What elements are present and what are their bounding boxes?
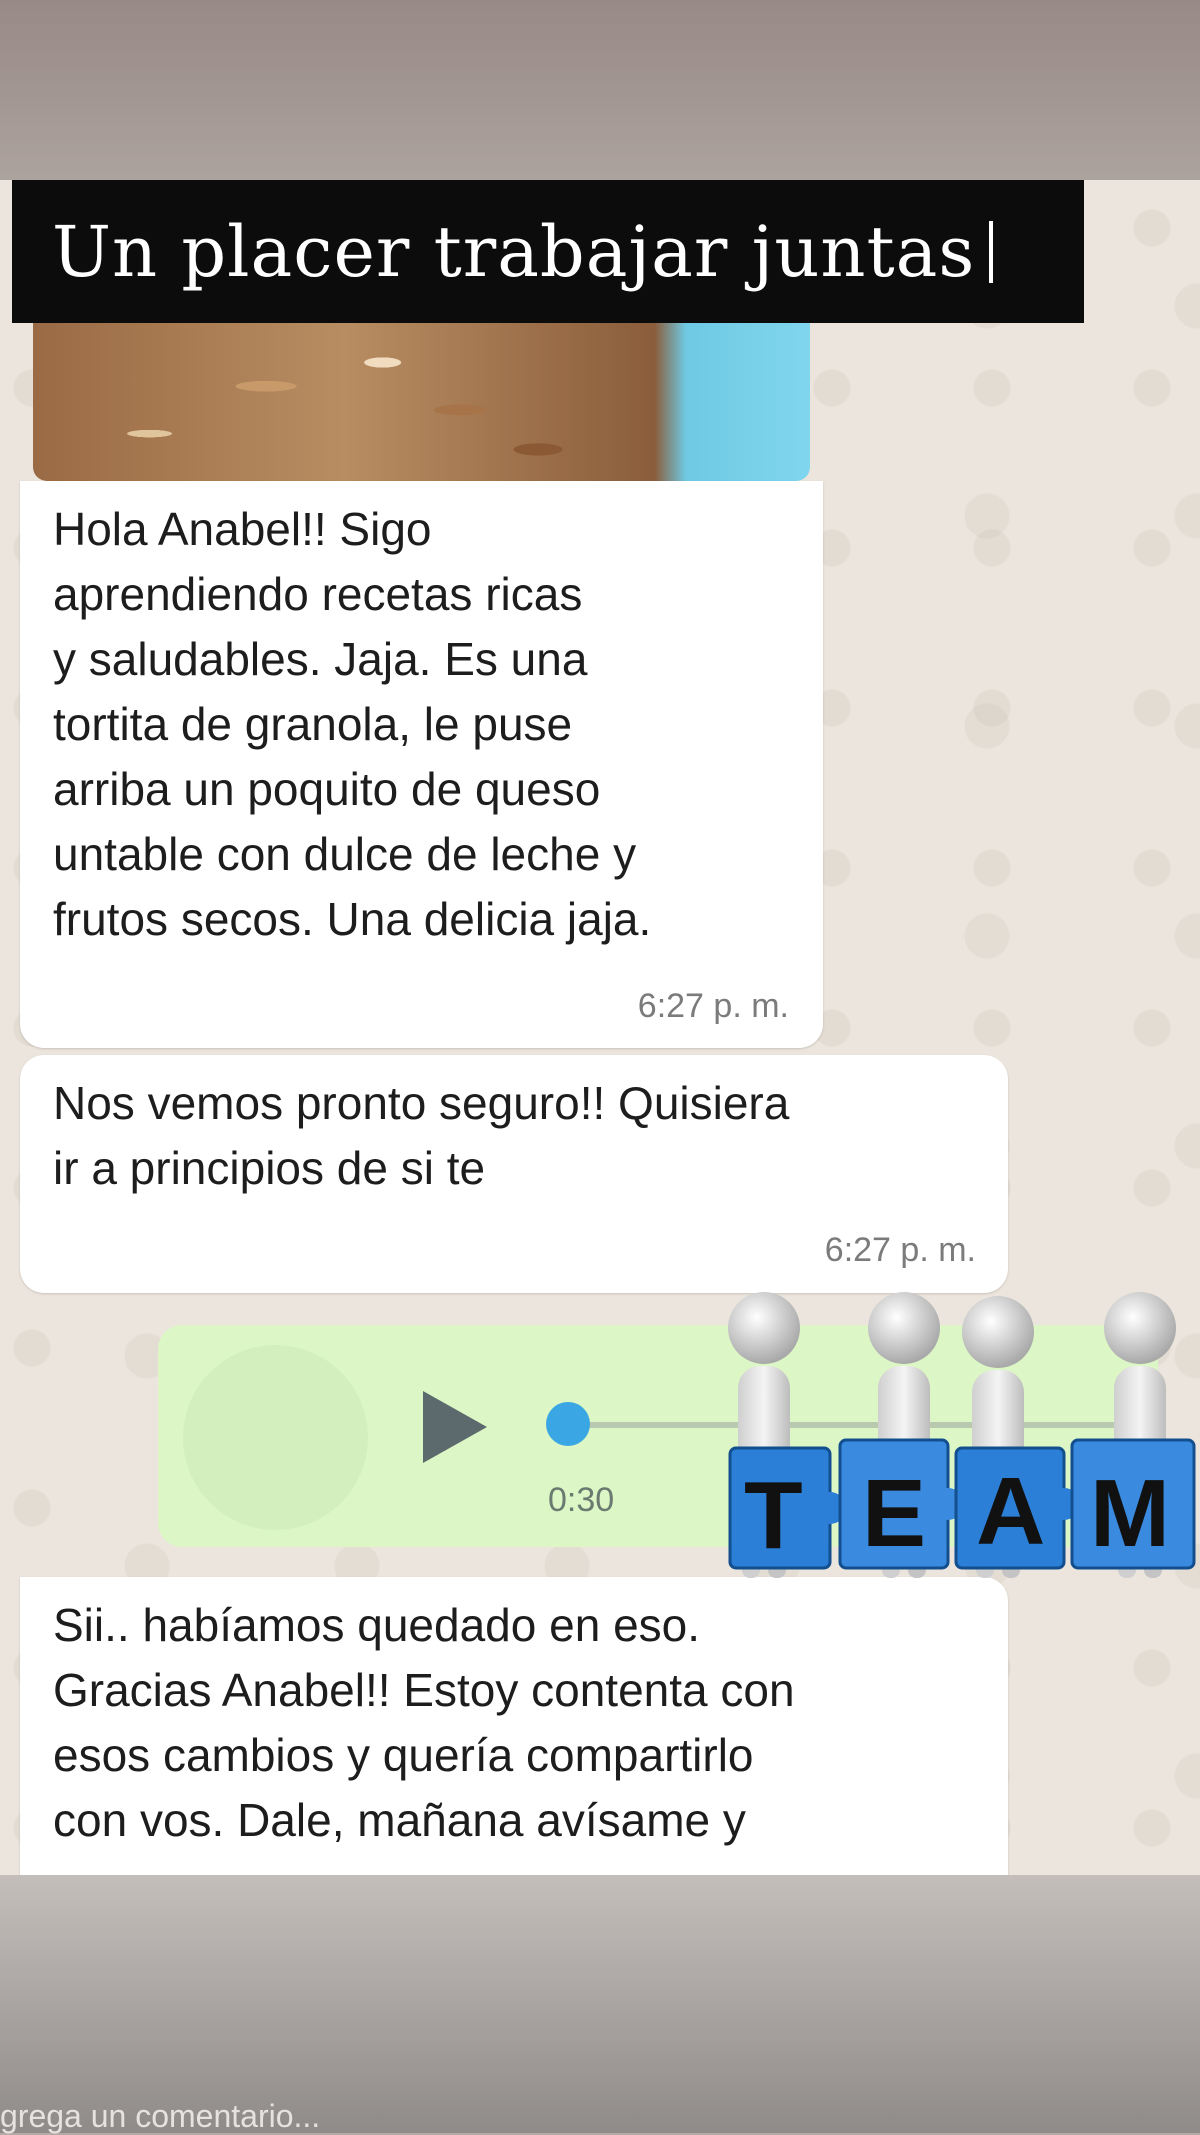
story-bottom-band	[0, 1875, 1200, 2133]
redaction-overlay	[490, 1153, 678, 1215]
team-sticker: T E A M	[728, 1292, 1196, 1578]
comment-input[interactable]: grega un comentario...	[0, 2098, 320, 2135]
message-bubble-incoming[interactable]: Nos vemos pronto seguro!! Quisiera ir a …	[20, 1055, 1008, 1293]
message-text: Sii.. habíamos quedado en eso. Gracias A…	[53, 1599, 795, 1846]
story-title-banner: Un placer trabajar juntas	[12, 180, 1084, 323]
message-text: Hola Anabel!! Sigo aprendiendo recetas r…	[53, 503, 652, 945]
audio-progress-knob[interactable]	[546, 1402, 590, 1446]
message-time: 6:27 p. m.	[637, 987, 789, 1025]
story-top-band	[0, 0, 1200, 180]
team-letter-a: A	[976, 1458, 1045, 1565]
voice-duration: 0:30	[548, 1481, 615, 1519]
team-letter-e: E	[862, 1460, 926, 1567]
puzzle-piece: M	[1070, 1438, 1196, 1570]
text-cursor	[989, 220, 994, 283]
story-title: Un placer trabajar juntas	[52, 210, 976, 293]
play-icon[interactable]	[423, 1391, 487, 1463]
avatar	[183, 1345, 368, 1530]
puzzle-piece: T	[728, 1446, 846, 1570]
puzzle-piece: E	[838, 1438, 964, 1570]
granola-photo[interactable]	[33, 323, 810, 481]
message-text: Nos vemos pronto seguro!! Quisiera ir a …	[53, 1077, 790, 1194]
message-bubble-incoming[interactable]: Sii.. habíamos quedado en eso. Gracias A…	[20, 1577, 1008, 1897]
message-time: 6:27 p. m.	[824, 1231, 976, 1269]
message-bubble-incoming[interactable]: Hola Anabel!! Sigo aprendiendo recetas r…	[20, 481, 823, 1048]
team-letter-t: T	[744, 1462, 803, 1569]
puzzle-piece: A	[954, 1446, 1080, 1570]
team-letter-m: M	[1090, 1460, 1170, 1567]
